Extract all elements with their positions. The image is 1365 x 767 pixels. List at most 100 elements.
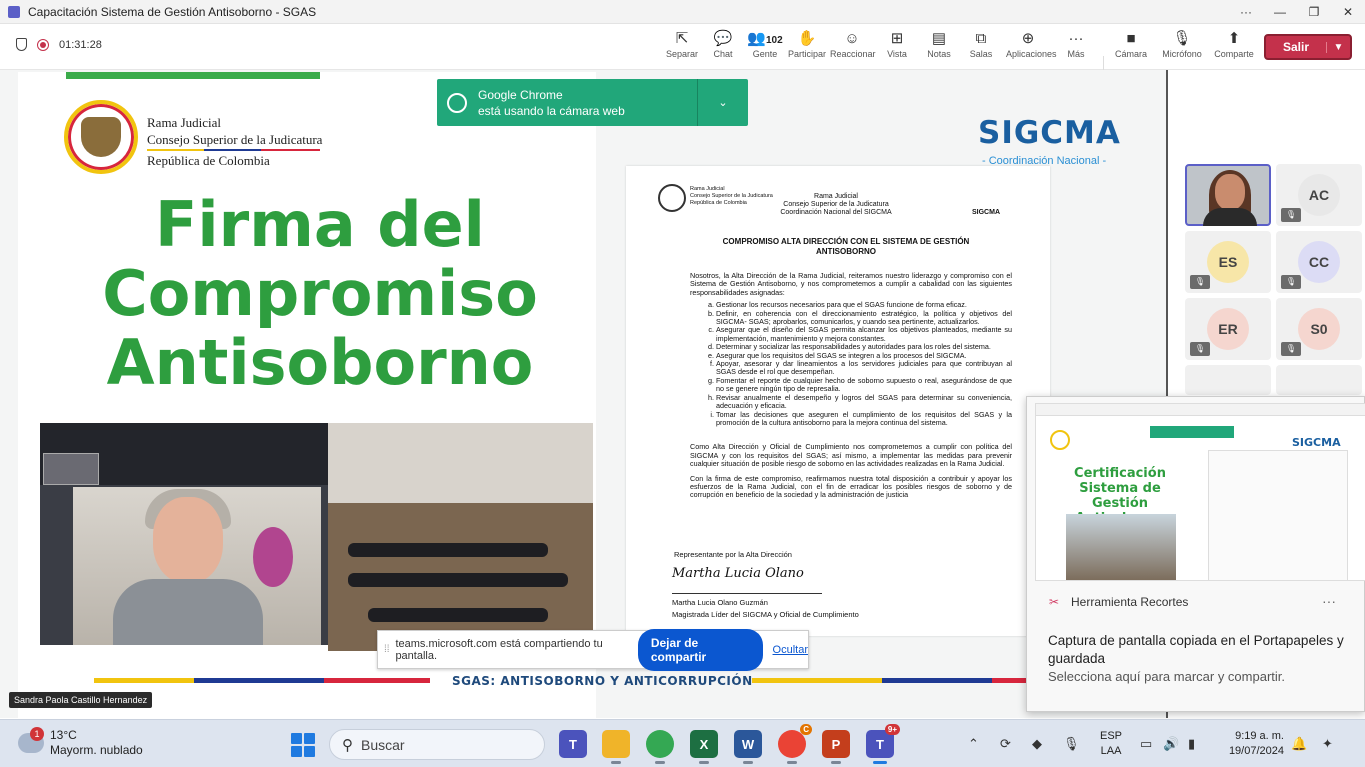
share-button[interactable]: ⬆ Comparte bbox=[1212, 29, 1256, 59]
taskbar-clock[interactable]: 9:19 a. m. 19/07/2024 bbox=[1218, 729, 1284, 759]
mic-off-icon: 🎙 bbox=[1190, 275, 1210, 289]
teams-app-icon bbox=[8, 5, 20, 18]
grid-icon: ⊞ bbox=[890, 30, 904, 47]
participant-tile[interactable]: CC 🎙 bbox=[1276, 231, 1362, 293]
smiley-icon: ☺ bbox=[844, 30, 860, 47]
search-placeholder: Buscar bbox=[361, 736, 405, 753]
share-icon: ⬆ bbox=[1227, 30, 1241, 47]
chevron-down-icon[interactable]: ▼ bbox=[1326, 41, 1350, 53]
view-button[interactable]: ⊞ Vista bbox=[875, 29, 919, 59]
participant-tile[interactable] bbox=[1276, 365, 1362, 395]
list-item: Revisar anualmente el desempeño y logros… bbox=[716, 393, 1012, 411]
list-item: Definir, en coherencia con el direcciona… bbox=[716, 309, 1012, 327]
restore-button[interactable]: ❐ bbox=[1297, 0, 1331, 24]
rooms-button[interactable]: ⧉ Salas bbox=[959, 29, 1003, 59]
taskbar-search[interactable]: ⚲ Buscar bbox=[329, 729, 545, 760]
mic-off-icon: 🎙 bbox=[1281, 275, 1301, 289]
hand-icon: ✋ bbox=[797, 30, 817, 47]
signature: Martha Lucia Olano bbox=[672, 566, 822, 594]
flag-bar-red bbox=[992, 678, 1026, 683]
participant-tile[interactable]: AC 🎙 bbox=[1276, 164, 1362, 226]
weather-widget[interactable]: 1 13°C Mayorm. nublado bbox=[18, 727, 143, 758]
snipping-tool-notification[interactable]: Certificación Sistema de Gestión Antisob… bbox=[1026, 396, 1365, 712]
chrome-icon[interactable] bbox=[646, 730, 674, 764]
participant-tile[interactable]: S0 🎙 bbox=[1276, 298, 1362, 360]
document-header-right: SIGCMA bbox=[972, 209, 1000, 216]
chrome-profile-icon[interactable]: C bbox=[778, 724, 812, 764]
close-button[interactable]: ✕ bbox=[1331, 0, 1365, 24]
notification-more-button[interactable]: ··· bbox=[1322, 593, 1336, 609]
excel-icon[interactable]: X bbox=[690, 730, 718, 764]
chevron-down-icon[interactable]: ⌄ bbox=[698, 96, 748, 109]
powerpoint-icon[interactable]: P bbox=[822, 730, 850, 764]
screenshot-preview[interactable]: Certificación Sistema de Gestión Antisob… bbox=[1035, 403, 1365, 581]
leave-button[interactable]: Salir ▼ bbox=[1264, 34, 1352, 60]
participant-tile[interactable] bbox=[1185, 365, 1271, 395]
document-body: Nosotros, la Alta Dirección de la Rama J… bbox=[690, 271, 1012, 500]
display-icon[interactable]: ▭ bbox=[1140, 736, 1152, 752]
participant-tile[interactable]: ER 🎙 bbox=[1185, 298, 1271, 360]
list-item: Asegurar que el diseño del SGAS permita … bbox=[716, 326, 1012, 343]
flag-bar-blue bbox=[882, 678, 992, 683]
notification-bell-icon[interactable]: 🔔 bbox=[1291, 736, 1307, 752]
avatar: ES bbox=[1207, 241, 1249, 283]
document-title: COMPROMISO ALTA DIRECCIÓN CON EL SISTEMA… bbox=[722, 237, 970, 256]
pop-out-button[interactable]: ⇱ Separar bbox=[660, 29, 704, 59]
sigcma-brand: SIGCMA bbox=[978, 115, 1121, 151]
list-item: Apoyar, asesorar y dar lineamientos a lo… bbox=[716, 359, 1012, 377]
hide-link[interactable]: Ocultar bbox=[773, 644, 808, 656]
apps-button[interactable]: ⊕ Aplicaciones bbox=[1006, 29, 1057, 59]
minimize-button[interactable]: — bbox=[1263, 0, 1297, 24]
organization-heading: Rama Judicial Consejo Superior de la Jud… bbox=[147, 115, 323, 168]
participant-tile[interactable]: ES 🎙 bbox=[1185, 231, 1271, 293]
slide-footer: SGAS: ANTISOBORNO Y ANTICORRUPCIÓN bbox=[452, 674, 753, 688]
participant-tile-self[interactable] bbox=[1185, 164, 1271, 226]
notification-subtext: Selecciona aquí para marcar y compartir. bbox=[1048, 669, 1285, 684]
flag-bar-yellow bbox=[752, 678, 882, 683]
camera-off-icon: ■ bbox=[1126, 30, 1136, 47]
chevron-up-icon[interactable]: ⌃ bbox=[968, 736, 979, 752]
speaker-name-label: Sandra Paola Castillo Hernandez bbox=[9, 692, 153, 708]
notification-app-name: Herramienta Recortes bbox=[1071, 595, 1189, 609]
sync-icon[interactable]: ⟳ bbox=[1000, 736, 1011, 752]
battery-icon[interactable]: ▮ bbox=[1188, 736, 1195, 752]
more-options-button[interactable]: ··· bbox=[1229, 0, 1263, 24]
notes-button[interactable]: ▤ Notas bbox=[917, 29, 961, 59]
file-explorer-icon[interactable] bbox=[602, 730, 630, 764]
avatar: AC bbox=[1298, 174, 1340, 216]
slide-title: Firma del Compromiso Antisoborno bbox=[102, 188, 538, 399]
chat-icon: 💬 bbox=[713, 30, 733, 47]
chrome-webcam-notice[interactable]: Google Chrome está usando la cámara web … bbox=[437, 79, 748, 126]
more-button[interactable]: ··· Más bbox=[1054, 29, 1098, 59]
shield-icon bbox=[16, 38, 27, 51]
flag-bar-yellow bbox=[94, 678, 194, 683]
windows-taskbar: 1 13°C Mayorm. nublado ⚲ Buscar T X W C … bbox=[0, 719, 1365, 767]
security-icon[interactable]: ◆ bbox=[1032, 736, 1042, 752]
audience-photo bbox=[328, 423, 593, 651]
recording-icon bbox=[37, 38, 49, 51]
list-item: Fomentar el reporte de cualquier hecho d… bbox=[716, 376, 1012, 394]
mic-off-icon: 🎙 bbox=[1281, 208, 1301, 222]
weather-badge: 1 bbox=[30, 727, 44, 741]
drag-handle-icon[interactable]: ⁞⁞ bbox=[384, 644, 391, 655]
react-button[interactable]: ☺ Reaccionar bbox=[830, 29, 876, 59]
word-icon[interactable]: W bbox=[734, 730, 762, 764]
start-button[interactable] bbox=[291, 733, 315, 757]
chat-button[interactable]: 💬 Chat bbox=[701, 29, 745, 59]
copilot-icon[interactable]: ✦ bbox=[1322, 736, 1333, 752]
people-button[interactable]: 👥102 Gente bbox=[743, 29, 787, 59]
raise-hand-button[interactable]: ✋ Participar bbox=[785, 29, 829, 59]
teams-new-icon[interactable]: T 9+ bbox=[866, 724, 900, 764]
camera-button[interactable]: ■ Cámara bbox=[1109, 29, 1153, 59]
green-accent-bar bbox=[66, 72, 320, 79]
mic-muted-icon[interactable]: 🎙 bbox=[1063, 736, 1080, 752]
teams-taskbar-icon[interactable]: T bbox=[559, 730, 587, 758]
volume-icon[interactable]: 🔊 bbox=[1163, 736, 1179, 752]
input-language[interactable]: ESP LAA bbox=[1100, 729, 1122, 759]
microphone-button[interactable]: 🎙 Micrófono bbox=[1160, 29, 1204, 59]
stop-sharing-button[interactable]: Dejar de compartir bbox=[637, 628, 763, 671]
weather-temperature: 13°C bbox=[50, 728, 77, 742]
scissors-icon: ✂ bbox=[1049, 595, 1060, 609]
list-item: Tomar las decisiones que aseguren el cum… bbox=[716, 410, 1012, 428]
rama-judicial-logo bbox=[64, 100, 138, 174]
